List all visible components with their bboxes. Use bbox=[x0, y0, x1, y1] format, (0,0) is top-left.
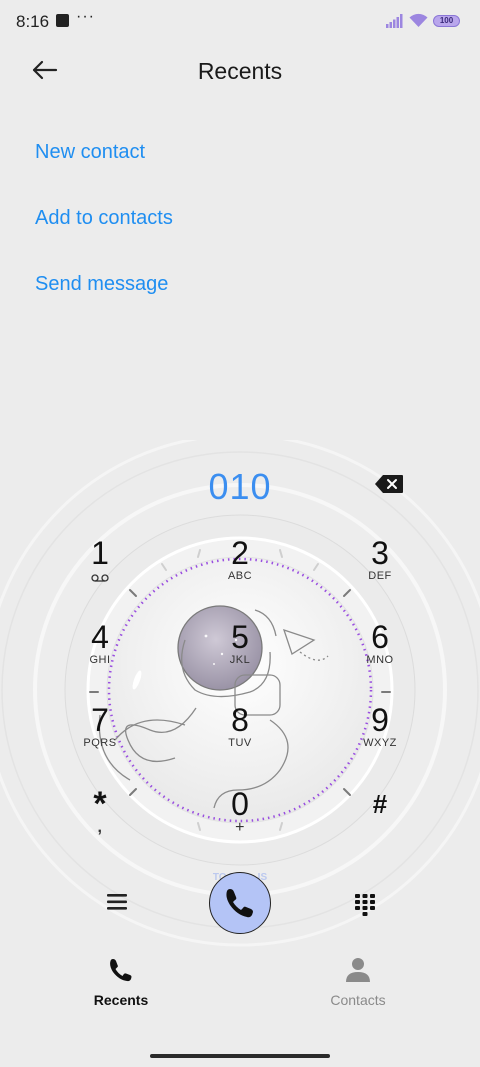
key-digit: * bbox=[93, 785, 107, 823]
more-notifications-icon: ··· bbox=[76, 8, 95, 25]
voicemail-icon bbox=[91, 574, 109, 582]
key-digit: 2 bbox=[231, 535, 249, 571]
wifi-icon bbox=[409, 13, 428, 27]
phone-icon bbox=[110, 959, 132, 982]
key-hash[interactable]: # bbox=[345, 787, 415, 821]
keypad-icon[interactable] bbox=[353, 892, 377, 918]
tab-contacts[interactable]: Contacts bbox=[298, 955, 418, 1008]
key-digit: 8 bbox=[231, 702, 249, 738]
key-letters: ABC bbox=[227, 570, 253, 582]
key-letters: GHI bbox=[89, 654, 111, 666]
key-1[interactable]: 1 bbox=[65, 536, 135, 588]
tab-recents[interactable]: Recents bbox=[61, 955, 181, 1008]
battery-icon: 100 bbox=[433, 15, 460, 27]
notification-icon bbox=[56, 14, 69, 27]
phone-icon bbox=[225, 888, 253, 917]
key-letters: TUV bbox=[228, 737, 252, 749]
send-message-link[interactable]: Send message bbox=[35, 273, 168, 296]
key-letters: WXYZ bbox=[363, 737, 397, 749]
new-contact-link[interactable]: New contact bbox=[35, 141, 145, 164]
page-title: Recents bbox=[197, 58, 283, 84]
backspace-icon[interactable] bbox=[373, 473, 405, 495]
key-9[interactable]: 9 WXYZ bbox=[345, 703, 415, 750]
status-bar: 8:16 ··· 100 bbox=[0, 0, 480, 44]
key-digit: 4 bbox=[91, 619, 109, 655]
key-digit: 7 bbox=[91, 702, 109, 738]
key-digit: 0 bbox=[231, 786, 249, 822]
key-digit: 5 bbox=[231, 619, 249, 655]
key-letters: + bbox=[235, 819, 245, 836]
person-icon bbox=[346, 958, 370, 982]
call-button[interactable] bbox=[209, 872, 271, 934]
tab-recents-label: Recents bbox=[93, 992, 149, 1008]
key-letters: DEF bbox=[368, 570, 392, 582]
key-digit: 3 bbox=[371, 535, 389, 571]
key-letters: JKL bbox=[229, 654, 251, 666]
key-4[interactable]: 4 GHI bbox=[65, 620, 135, 667]
key-letters: MNO bbox=[366, 654, 394, 666]
key-3[interactable]: 3 DEF bbox=[345, 536, 415, 583]
key-5[interactable]: 5 JKL bbox=[205, 620, 275, 667]
key-2[interactable]: 2 ABC bbox=[205, 536, 275, 583]
key-6[interactable]: 6 MNO bbox=[345, 620, 415, 667]
status-time: 8:16 bbox=[16, 12, 50, 31]
home-indicator[interactable] bbox=[150, 1054, 330, 1058]
key-letters: , bbox=[97, 819, 103, 836]
key-8[interactable]: 8 TUV bbox=[205, 703, 275, 750]
signal-icon bbox=[386, 14, 403, 28]
key-digit: 1 bbox=[91, 535, 109, 571]
menu-icon[interactable] bbox=[104, 890, 130, 914]
key-digit: 9 bbox=[371, 702, 389, 738]
header: Recents bbox=[0, 44, 480, 100]
key-0[interactable]: 0 + bbox=[205, 786, 275, 836]
key-star[interactable]: * , bbox=[65, 785, 135, 836]
tab-contacts-label: Contacts bbox=[330, 992, 386, 1008]
key-digit: 6 bbox=[371, 619, 389, 655]
dialed-number: 010 bbox=[208, 466, 272, 507]
add-to-contacts-link[interactable]: Add to contacts bbox=[35, 207, 173, 230]
key-digit: # bbox=[372, 789, 388, 819]
key-7[interactable]: 7 PQRS bbox=[65, 703, 135, 750]
key-letters: PQRS bbox=[83, 737, 117, 749]
